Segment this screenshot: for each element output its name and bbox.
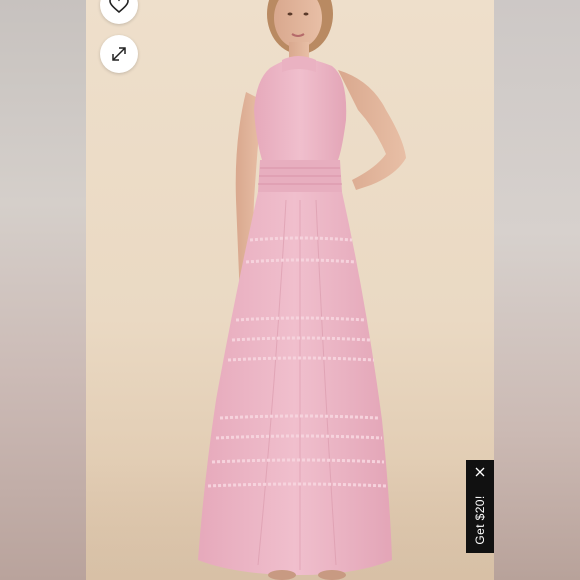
close-icon [475,464,485,482]
product-image-viewer: Get $20! [0,0,580,580]
promo-label: Get $20! [473,495,487,545]
model-in-pink-dress [198,0,406,580]
blurred-left-panel [0,0,86,580]
expand-arrows-icon [110,45,128,63]
heart-icon [109,0,129,14]
expand-image-button[interactable] [100,35,138,73]
blurred-right-panel [494,0,580,580]
promo-tab[interactable]: Get $20! [466,460,494,553]
product-photo [86,0,494,580]
promo-close-button[interactable] [466,465,494,481]
